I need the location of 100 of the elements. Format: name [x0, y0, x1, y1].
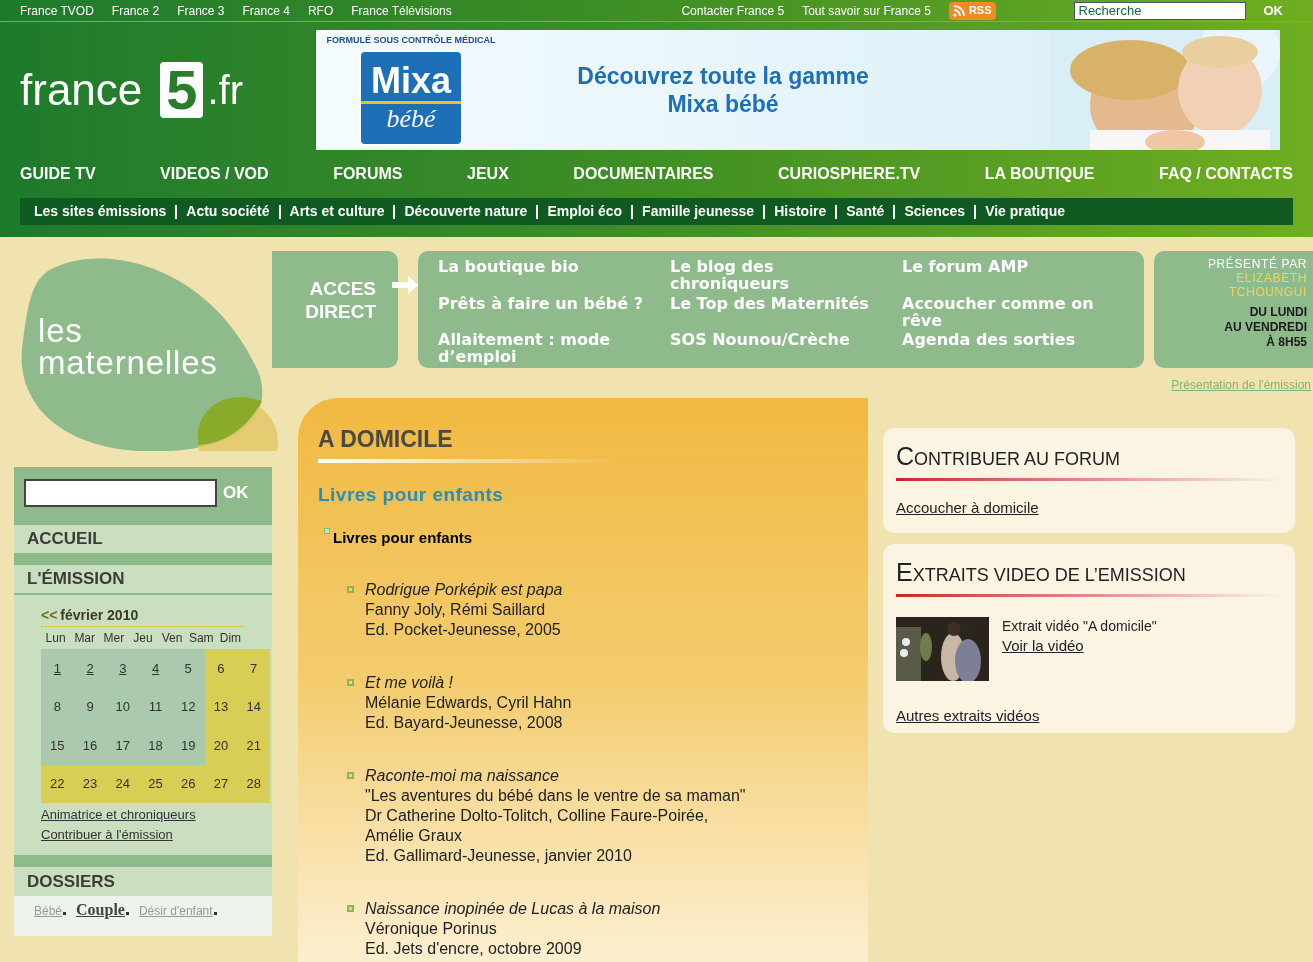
calendar-day: 20	[204, 726, 238, 765]
main-nav-link[interactable]: FAQ / CONTACTS	[1159, 162, 1293, 186]
logo-word: france	[20, 68, 143, 112]
sidebar-link[interactable]: Contribuer à l'émission	[41, 825, 245, 845]
rss-button[interactable]: RSS	[948, 1, 996, 20]
calendar-day: 25	[139, 764, 172, 803]
calendar-month: février 2010	[60, 606, 139, 625]
sidebar-section-link[interactable]: ACCUEIL	[14, 525, 272, 555]
card-title: CONTRIBUER AU FORUM	[896, 441, 1121, 472]
bullet-icon	[347, 904, 354, 912]
top-link[interactable]: France Télévisions	[351, 1, 452, 20]
weekday-label: Lun	[44, 630, 67, 647]
calendar-day: 17	[106, 726, 140, 765]
top-link[interactable]: France TVOD	[20, 1, 94, 20]
main-nav-link[interactable]: CURIOSPHERE.TV	[778, 162, 921, 186]
ad-caption: FORMULÉ SOUS CONTRÔLE MÉDICAL	[326, 34, 496, 48]
main-nav-link[interactable]: GUIDE TV	[20, 162, 96, 186]
calendar-day: 8	[41, 687, 74, 726]
calendar-day: 14	[237, 687, 270, 726]
sub-nav-link[interactable]: Emploi éco	[547, 201, 623, 222]
bullet-icon	[347, 585, 354, 593]
main-nav-link[interactable]: JEUX	[467, 162, 509, 186]
bullet-icon	[324, 528, 330, 534]
sub-nav-link[interactable]: Arts et culture	[289, 201, 385, 222]
book-detail: Ed. Jets d'encre, octobre 2009	[365, 938, 583, 959]
tag-link[interactable]: Bébé	[34, 902, 63, 920]
schedule-text: AU VENDREDI	[1224, 320, 1307, 334]
main-nav-link[interactable]: LA BOUTIQUE	[984, 162, 1095, 186]
tag-link[interactable]: Couple	[76, 898, 125, 922]
more-videos-link[interactable]: Autres extraits vidéos	[896, 704, 1040, 727]
sidebar-section-link[interactable]: L'ÉMISSION	[14, 565, 272, 595]
sidebar-link[interactable]: Animatrice et chroniqueurs	[41, 805, 245, 825]
book-title: Et me voilà !	[365, 672, 455, 693]
top-link[interactable]: France 4	[242, 1, 290, 20]
calendar-day[interactable]: 1	[41, 649, 74, 688]
search-field[interactable]: Recherche	[1073, 1, 1246, 20]
main-nav-link[interactable]: DOCUMENTAIRES	[573, 162, 714, 186]
list-heading: Livres pour enfants	[333, 528, 473, 548]
calendar-day: 11	[139, 687, 172, 726]
sub-nav-link[interactable]: Découverte nature	[404, 201, 528, 222]
book-detail: Amélie Graux	[365, 825, 463, 846]
weekday-label: Mar	[73, 630, 97, 647]
ad-banner[interactable]: FORMULÉ SOUS CONTRÔLE MÉDICAL Mixa bébé Découvrez toute la gamme Mixa bébé	[316, 30, 1280, 150]
calendar-day[interactable]: 4	[139, 649, 172, 688]
sub-nav-link[interactable]: Santé	[846, 201, 885, 222]
acces-direct-label: DIRECT	[305, 299, 376, 323]
sidebar-search-field[interactable]	[24, 479, 217, 507]
calendar-day: 5	[171, 649, 205, 688]
sub-nav-link[interactable]: Histoire	[774, 201, 827, 222]
previous-month-link[interactable]: <<	[41, 605, 58, 626]
book-detail: Dr Catherine Dolto-Tolitch, Colline Faure-Poirée,	[365, 805, 710, 826]
search-ok-button[interactable]: OK	[1263, 0, 1283, 21]
calendar-day: 19	[171, 726, 205, 765]
sub-nav-link[interactable]: Vie pratique	[985, 201, 1065, 222]
logo-number: 5	[160, 62, 204, 118]
calendar-day: 15	[41, 726, 74, 765]
rss-icon	[952, 4, 965, 17]
show-title: les	[38, 315, 84, 347]
logo-suffix: .fr	[207, 70, 243, 110]
forum-link[interactable]: Accoucher à domicile	[896, 496, 1039, 519]
sub-nav-link[interactable]: Les sites émissions	[34, 201, 167, 222]
book-detail: "Les aventures du bébé dans le ventre de sa maman"	[365, 785, 746, 806]
video-link[interactable]: Voir la vidéo	[1002, 635, 1084, 655]
sidebar-section-heading: DOSSIERS	[14, 867, 272, 896]
sub-nav-link[interactable]: Famille jeunesse	[642, 201, 755, 222]
top-link[interactable]: RFO	[307, 1, 334, 20]
main-nav-link[interactable]: VIDEOS / VOD	[160, 162, 269, 186]
top-link[interactable]: Contacter France 5	[681, 1, 785, 20]
article-subtitle: Livres pour enfants	[318, 482, 504, 507]
tag-link[interactable]: Désir d'enfant	[138, 902, 213, 920]
top-link[interactable]: France 3	[177, 1, 225, 20]
weekday-label: Jeu	[132, 630, 154, 647]
weekday-label: Dim	[218, 630, 243, 647]
book-detail: Ed. Bayard-Jeunesse, 2008	[365, 712, 564, 733]
sub-nav-link[interactable]: Sciences	[904, 201, 966, 222]
video-caption: Extrait vidéo "A domicile"	[1002, 616, 1157, 636]
brand-subname: bébé	[386, 106, 436, 133]
schedule-text: À 8H55	[1266, 335, 1307, 350]
arrow-icon	[390, 273, 420, 297]
calendar-day[interactable]: 2	[73, 649, 107, 688]
presenter-label: PRÉSENTÉ PAR	[1208, 257, 1307, 271]
calendar-day[interactable]: 3	[106, 649, 140, 688]
calendar-day: 7	[237, 649, 270, 688]
bullet-icon	[347, 678, 354, 686]
book-detail: Ed. Pocket-Jeunesse, 2005	[365, 619, 562, 640]
calendar-day: 21	[237, 726, 270, 765]
book-title: Rodrigue Porképik est papa	[365, 579, 563, 600]
book-detail: Ed. Gallimard-Jeunesse, janvier 2010	[365, 845, 633, 866]
calendar-day: 10	[106, 687, 140, 726]
weekday-label: Ven	[160, 630, 184, 647]
top-link[interactable]: France 2	[111, 1, 160, 20]
presenter-name: TCHOUNGUI	[1228, 285, 1307, 299]
top-link[interactable]: Tout savoir sur France 5	[802, 1, 931, 20]
book-detail: Véronique Porinus	[365, 918, 498, 939]
book-title: Raconte-moi ma naissance	[365, 765, 560, 786]
show-title: maternelles	[38, 347, 218, 379]
calendar-day: 22	[41, 764, 74, 803]
sub-nav-link[interactable]: Actu société	[186, 201, 270, 222]
main-nav-link[interactable]: FORUMS	[333, 162, 403, 186]
calendar-day: 16	[73, 726, 107, 765]
